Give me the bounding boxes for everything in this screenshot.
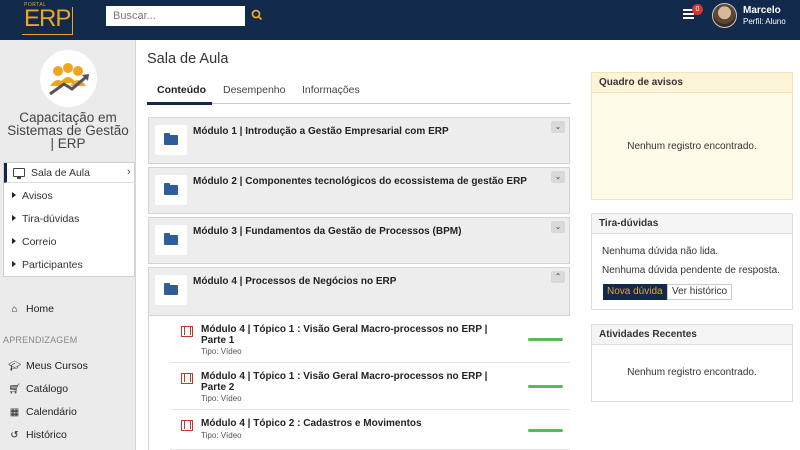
lesson-progress-bar xyxy=(528,338,563,341)
folder-icon-box xyxy=(155,225,187,255)
nav-item-correio[interactable]: Correio xyxy=(12,236,56,248)
panel-title: Atividades Recentes xyxy=(592,325,792,345)
folder-icon-box xyxy=(155,175,187,205)
lesson-title[interactable]: Módulo 4 | Tópico 1 : Visão Geral Macro-… xyxy=(201,324,491,346)
caret-right-icon xyxy=(12,192,16,198)
chevron-up-icon[interactable]: ⌃ xyxy=(551,271,565,283)
search-input[interactable] xyxy=(106,6,245,26)
caret-right-icon xyxy=(12,261,16,267)
lesson-type: Tipo: Vídeo xyxy=(201,431,242,440)
chevron-down-icon[interactable]: ⌄ xyxy=(551,121,565,133)
nav-item-tira-duvidas[interactable]: Tira-dúvidas xyxy=(12,213,79,225)
lesson-row[interactable]: Módulo 4 | Tópico 1 : Visão Geral Macro-… xyxy=(170,316,570,363)
logo-text: ERP xyxy=(22,7,74,35)
monitor-icon xyxy=(13,168,25,179)
sidebar-item-label: Home xyxy=(26,303,55,315)
nav-item-sala-de-aula[interactable]: Sala de Aula › xyxy=(4,163,136,183)
lesson-list-rail xyxy=(148,316,170,450)
sidebar-item-label: Histórico xyxy=(26,429,67,441)
caret-right-icon xyxy=(12,238,16,244)
video-icon xyxy=(181,420,193,431)
folder-icon-box xyxy=(155,275,187,305)
sidebar-section-label: APRENDIZAGEM xyxy=(3,335,78,345)
caret-right-icon xyxy=(12,215,16,221)
lesson-type: Tipo: Vídeo xyxy=(201,347,242,356)
tab-conteudo[interactable]: Conteúdo xyxy=(157,84,206,96)
lesson-title[interactable]: Módulo 4 | Tópico 2 : Cadastros e Movime… xyxy=(201,418,491,429)
video-icon xyxy=(181,373,193,384)
active-tab-indicator xyxy=(147,102,212,105)
module-row-expanded[interactable]: Módulo 4 | Processos de Negócios no ERP … xyxy=(148,267,570,316)
sidebar-item-catalogo[interactable]: 🛒︎ Catálogo xyxy=(8,383,68,395)
calendar-icon: ▦ xyxy=(9,407,20,418)
sidebar-item-meus-cursos[interactable]: 🎓︎ Meus Cursos xyxy=(8,360,88,372)
pending-questions-text: Nenhuma dúvida pendente de resposta. xyxy=(602,265,780,276)
user-name[interactable]: Marcelo xyxy=(743,5,781,16)
search-button[interactable] xyxy=(246,6,268,26)
sidebar-item-label: Meus Cursos xyxy=(26,360,88,372)
sidebar-item-historico[interactable]: ↺ Histórico xyxy=(8,429,67,441)
notices-panel: Quadro de avisos Nenhum registro encontr… xyxy=(591,72,793,200)
lesson-progress-bar xyxy=(528,429,563,432)
avatar[interactable] xyxy=(712,3,737,28)
lesson-progress-bar xyxy=(528,385,563,388)
course-title: Capacitação em Sistemas de Gestão | ERP xyxy=(7,110,129,151)
module-title[interactable]: Módulo 1 | Introdução a Gestão Empresari… xyxy=(193,126,449,137)
panel-title: Quadro de avisos xyxy=(592,73,792,93)
chevron-down-icon[interactable]: ⌄ xyxy=(551,221,565,233)
folder-icon xyxy=(164,283,178,295)
module-row[interactable]: Módulo 2 | Componentes tecnológicos do e… xyxy=(148,167,570,214)
empty-message: Nenhum registro encontrado. xyxy=(627,141,757,152)
nav-item-participantes[interactable]: Participantes xyxy=(12,259,83,271)
cart-icon: 🛒︎ xyxy=(8,384,21,395)
sidebar-item-label: Calendário xyxy=(26,406,77,418)
graduation-cap-icon: 🎓︎ xyxy=(8,361,21,372)
course-nav: Sala de Aula › Avisos Tira-dúvidas Corre… xyxy=(3,162,136,277)
page-title: Sala de Aula xyxy=(147,51,229,67)
nav-item-avisos[interactable]: Avisos xyxy=(12,190,53,202)
nav-sub-label: Avisos xyxy=(22,190,53,202)
sidebar: Capacitação em Sistemas de Gestão | ERP … xyxy=(0,40,136,450)
nav-sub-label: Tira-dúvidas xyxy=(22,213,80,225)
folder-icon xyxy=(164,233,178,245)
lesson-type: Tipo: Vídeo xyxy=(201,394,242,403)
search-icon xyxy=(251,9,263,20)
tab-desempenho[interactable]: Desempenho xyxy=(223,84,285,96)
video-icon xyxy=(181,326,193,337)
empty-message: Nenhum registro encontrado. xyxy=(627,367,757,378)
module-row[interactable]: Módulo 3 | Fundamentos da Gestão de Proc… xyxy=(148,217,570,264)
module-title[interactable]: Módulo 4 | Processos de Negócios no ERP xyxy=(193,276,396,287)
nav-sub-label: Correio xyxy=(22,236,57,248)
sidebar-item-calendario[interactable]: ▦ Calendário xyxy=(8,406,77,418)
recent-activity-panel: Atividades Recentes Nenhum registro enco… xyxy=(591,324,793,402)
course-logo-graphic xyxy=(49,63,89,96)
view-history-button[interactable]: Ver histórico xyxy=(667,284,733,300)
module-title[interactable]: Módulo 3 | Fundamentos da Gestão de Proc… xyxy=(193,226,461,237)
folder-icon xyxy=(164,183,178,195)
top-bar: PORTAL ERP 0 Marcelo Perfil: Aluno xyxy=(0,0,800,40)
lesson-row[interactable]: Módulo 4 | Tópico 1 : Visão Geral Macro-… xyxy=(170,363,570,410)
module-row[interactable]: Módulo 1 | Introdução a Gestão Empresari… xyxy=(148,117,570,164)
sidebar-item-home[interactable]: ⌂ Home xyxy=(8,303,54,315)
folder-icon xyxy=(164,133,178,145)
home-icon: ⌂ xyxy=(11,304,18,315)
chevron-right-icon: › xyxy=(127,166,131,178)
nav-sub-label: Participantes xyxy=(22,259,83,271)
sidebar-item-label: Catálogo xyxy=(26,383,69,395)
user-role: Perfil: Aluno xyxy=(743,17,786,26)
new-question-button[interactable]: Nova dúvida xyxy=(603,284,667,300)
lesson-title[interactable]: Módulo 4 | Tópico 1 : Visão Geral Macro-… xyxy=(201,371,491,393)
lesson-row[interactable]: Módulo 4 | Tópico 2 : Cadastros e Movime… xyxy=(170,410,570,450)
chevron-down-icon[interactable]: ⌄ xyxy=(551,171,565,183)
nav-item-label: Sala de Aula xyxy=(31,167,90,179)
history-icon: ↺ xyxy=(10,430,19,441)
panel-title: Tira-dúvidas xyxy=(592,214,792,234)
unread-questions-text: Nenhuma dúvida não lida. xyxy=(602,246,719,257)
folder-icon-box xyxy=(155,125,187,155)
questions-panel: Tira-dúvidas Nenhuma dúvida não lida. Ne… xyxy=(591,213,793,310)
notification-badge: 0 xyxy=(692,4,703,15)
module-title[interactable]: Módulo 2 | Componentes tecnológicos do e… xyxy=(193,176,527,187)
tab-informacoes[interactable]: Informações xyxy=(302,84,360,96)
course-logo xyxy=(40,50,97,107)
